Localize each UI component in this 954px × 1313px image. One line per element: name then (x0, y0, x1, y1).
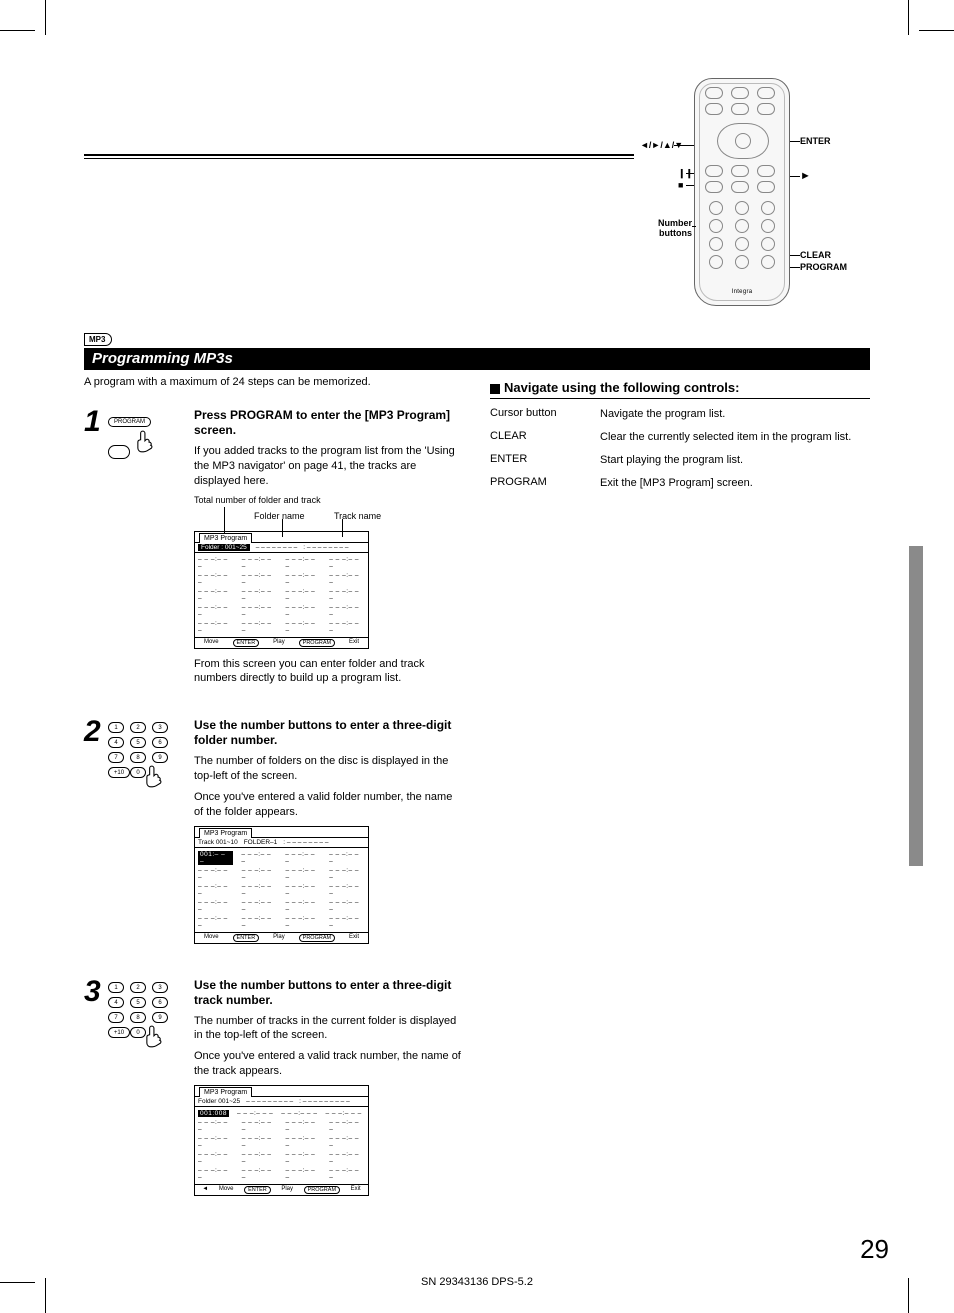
number-pad-icon: 123 456 789 +100 (108, 718, 194, 797)
step-title: Use the number buttons to enter a three-… (194, 978, 464, 1008)
program-label: PROGRAM (800, 262, 847, 272)
hand-icon (142, 764, 168, 797)
footer-text: SN 29343136 DPS-5.2 (0, 1276, 954, 1288)
osd-header-folder: Folder : 001~25 (198, 544, 250, 551)
step-title: Press PROGRAM to enter the [MP3 Program]… (194, 408, 464, 438)
crop-mark (0, 30, 35, 31)
step-3: 3 123 456 789 +100 Use the number button… (84, 978, 464, 1204)
enter-label: ENTER (800, 136, 831, 146)
remote-brand: Integra (695, 289, 789, 295)
crop-mark (919, 30, 954, 31)
navigate-heading-text: Navigate using the following controls: (504, 380, 739, 395)
control-key: PROGRAM (490, 476, 600, 491)
annotation-total: Total number of folder and track (194, 495, 464, 505)
osd-header-right: : – – – – – – – – (283, 839, 328, 846)
intro-text: A program with a maximum of 24 steps can… (84, 376, 371, 388)
step-text: Once you've entered a valid folder numbe… (194, 790, 464, 820)
play-label: ► (800, 170, 811, 182)
hand-icon (133, 429, 159, 462)
clear-label: CLEAR (800, 250, 831, 260)
program-button-icon: PROGRAM (108, 408, 194, 462)
step-text: From this screen you can enter folder an… (194, 657, 464, 687)
control-desc: Start playing the program list. (600, 453, 870, 468)
control-desc: Exit the [MP3 Program] screen. (600, 476, 870, 491)
control-key: ENTER (490, 453, 600, 468)
side-tab (909, 546, 923, 866)
osd-header-mid: FOLDER–1 (244, 839, 278, 846)
program-button-label: PROGRAM (108, 417, 151, 427)
osd-screen-2: MP3 Program Track 001~10 FOLDER–1 : – – … (194, 826, 369, 944)
step-text: Once you've entered a valid track number… (194, 1049, 464, 1079)
control-row: PROGRAMExit the [MP3 Program] screen. (490, 476, 870, 491)
osd-header-right: : – – – – – – – – (303, 544, 348, 551)
step-text: The number of tracks in the current fold… (194, 1014, 464, 1044)
control-desc: Navigate the program list. (600, 407, 870, 422)
remote-outline: Integra (694, 78, 790, 306)
divider (84, 158, 634, 159)
control-row: ENTERStart playing the program list. (490, 453, 870, 468)
crop-mark (45, 0, 46, 35)
annotation-folder: Folder name (254, 511, 305, 521)
crop-mark (908, 0, 909, 35)
osd-tab: MP3 Program (199, 533, 252, 543)
osd-header-left: Folder 001~25 (198, 1098, 240, 1105)
remote-diagram: Integra ◄/►/▲/▼ ❙❙ ■ Number buttons ENTE… (640, 78, 900, 318)
control-row: CLEARClear the currently selected item i… (490, 430, 870, 445)
number-buttons-label: Number buttons (638, 218, 692, 238)
osd-header-left: Track 001~10 (198, 839, 238, 846)
hand-icon (142, 1024, 168, 1057)
navigate-controls: Navigate using the following controls: C… (490, 380, 870, 498)
step-text: If you added tracks to the program list … (194, 444, 464, 489)
osd-screen-1: MP3 Program Folder : 001~25 – – – – – – … (194, 531, 369, 649)
osd-header-mid: – – – – – – – – (256, 544, 298, 551)
page-number: 29 (860, 1234, 889, 1265)
control-desc: Clear the currently selected item in the… (600, 430, 870, 445)
navigate-heading: Navigate using the following controls: (490, 380, 870, 399)
control-key: Cursor button (490, 407, 600, 422)
divider (84, 154, 634, 156)
osd-header-right: : – – – – – – – – – (299, 1098, 350, 1105)
step-number: 3 (84, 978, 108, 1005)
control-row: Cursor buttonNavigate the program list. (490, 407, 870, 422)
control-key: CLEAR (490, 430, 600, 445)
section-title: Programming MP3s (84, 348, 870, 370)
mp3-badge: MP3 (84, 333, 112, 346)
step-1: 1 PROGRAM Press PROGRAM to enter the [MP… (84, 408, 464, 692)
osd-header-mid: – – – – – – – – – (246, 1098, 293, 1105)
osd-tab: MP3 Program (199, 828, 252, 838)
number-pad-icon: 123 456 789 +100 (108, 978, 194, 1057)
step-number: 1 (84, 408, 108, 435)
step-title: Use the number buttons to enter a three-… (194, 718, 464, 748)
stop-label: ■ (678, 180, 683, 190)
osd-screen-3: MP3 Program Folder 001~25 – – – – – – – … (194, 1085, 369, 1196)
step-2: 2 123 456 789 +100 Use the number button… (84, 718, 464, 951)
osd-tab: MP3 Program (199, 1087, 252, 1097)
step-text: The number of folders on the disc is dis… (194, 754, 464, 784)
step-number: 2 (84, 718, 108, 745)
